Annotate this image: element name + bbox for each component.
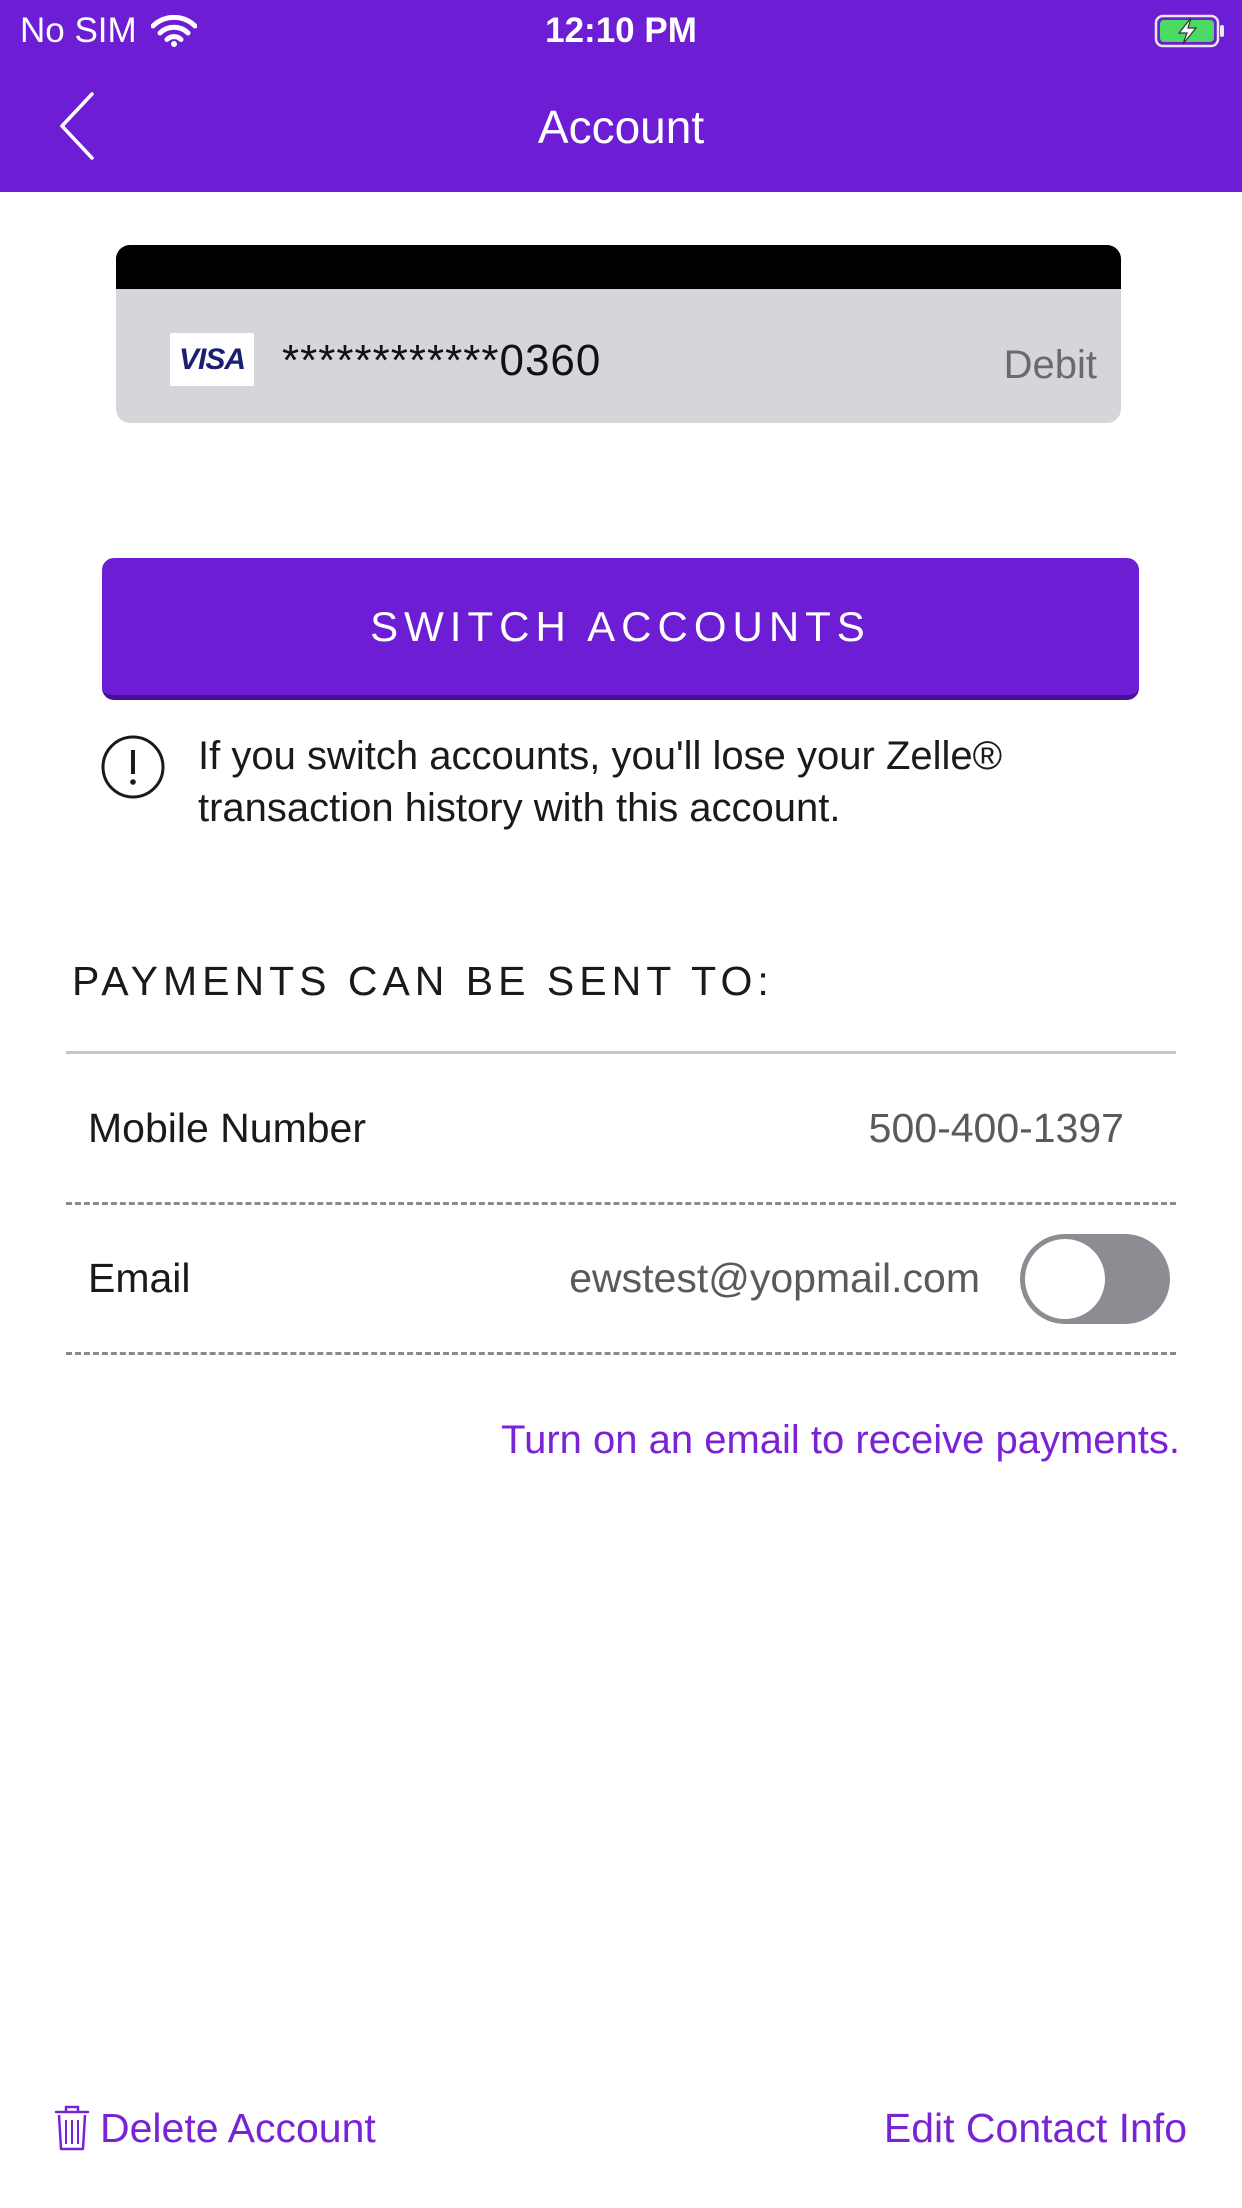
mobile-number-value: 500-400-1397 bbox=[868, 1104, 1124, 1151]
visa-logo: VISA bbox=[170, 333, 254, 386]
email-value: ewstest@yopmail.com bbox=[569, 1254, 980, 1301]
mobile-number-label: Mobile Number bbox=[88, 1104, 366, 1151]
status-time: 12:10 PM bbox=[545, 11, 697, 50]
edit-contact-info-button[interactable]: Edit Contact Info bbox=[884, 2098, 1187, 2158]
email-row: Email ewstest@yopmail.com bbox=[66, 1204, 1176, 1352]
card-type: Debit bbox=[1003, 343, 1097, 387]
visa-logo-text: VISA bbox=[178, 342, 246, 376]
mobile-number-row: Mobile Number 500-400-1397 bbox=[66, 1054, 1176, 1202]
app-header: No SIM 12:10 PM Account bbox=[0, 0, 1242, 192]
email-label: Email bbox=[88, 1254, 191, 1301]
card-magnetic-stripe bbox=[116, 245, 1121, 289]
card-number: ************0360 bbox=[282, 336, 602, 385]
row-divider bbox=[66, 1352, 1176, 1355]
payments-section-title: PAYMENTS CAN BE SENT TO: bbox=[72, 958, 774, 1004]
battery-charging-icon bbox=[1154, 14, 1224, 48]
payment-card: VISA ************0360 Debit bbox=[116, 245, 1121, 423]
info-warning-icon bbox=[101, 735, 165, 799]
page-title: Account bbox=[537, 101, 705, 153]
toggle-knob bbox=[1025, 1239, 1105, 1319]
email-toggle[interactable] bbox=[1020, 1234, 1170, 1324]
trash-icon bbox=[54, 2105, 90, 2151]
delete-account-button[interactable]: Delete Account bbox=[54, 2098, 376, 2158]
email-hint-text: Turn on an email to receive payments. bbox=[501, 1418, 1180, 1462]
switch-warning-text: If you switch accounts, you'll lose your… bbox=[198, 734, 1003, 830]
delete-account-label: Delete Account bbox=[100, 2104, 376, 2151]
switch-accounts-button[interactable]: SWITCH ACCOUNTS bbox=[102, 558, 1139, 700]
